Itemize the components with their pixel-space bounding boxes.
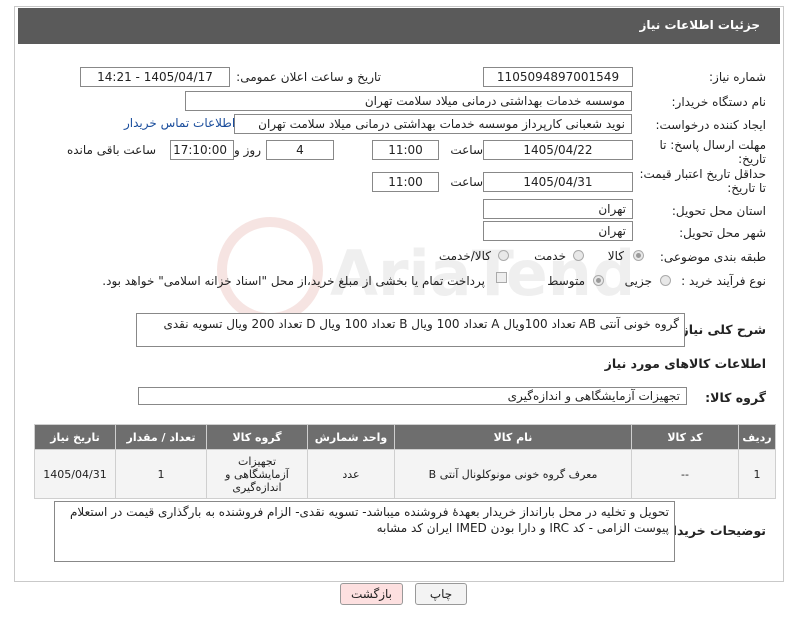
treasury-note: پرداخت تمام یا بخشی از مبلغ خرید،از محل … bbox=[102, 274, 485, 288]
category-radio-both[interactable] bbox=[498, 250, 509, 261]
creator-label: ایجاد کننده درخواست: bbox=[655, 118, 766, 132]
deadline-label-2: تاریخ: bbox=[738, 152, 766, 166]
cell-date: 1405/04/31 bbox=[34, 449, 116, 499]
buyer-notes-text: تحویل و تخلیه در محل بارانداز خریدار بعه… bbox=[70, 505, 669, 535]
cell-code: -- bbox=[631, 449, 739, 499]
col-header-row: ردیف bbox=[738, 424, 776, 450]
category-option-goods: کالا bbox=[607, 249, 624, 263]
announce-field: 1405/04/17 - 14:21 bbox=[80, 67, 230, 87]
buyer-org-field: موسسه خدمات بهداشتی درمانی میلاد سلامت ت… bbox=[185, 91, 632, 111]
buyer-notes-label: توضیحات خریدار: bbox=[660, 523, 766, 538]
purchase-radio-medium[interactable] bbox=[593, 275, 604, 286]
cell-unit: عدد bbox=[307, 449, 395, 499]
price-valid-time-field: 11:00 bbox=[372, 172, 439, 192]
category-radio-service[interactable] bbox=[573, 250, 584, 261]
back-button[interactable]: بازگشت bbox=[340, 583, 403, 605]
col-header-date: تاریخ نیاز bbox=[34, 424, 116, 450]
city-field: تهران bbox=[483, 221, 633, 241]
print-button[interactable]: چاپ bbox=[415, 583, 467, 605]
goods-group-field: تجهیزات آزمایشگاهی و اندازه‌گیری bbox=[138, 387, 687, 405]
deadline-time-field: 11:00 bbox=[372, 140, 439, 160]
goods-group-label: گروه کالا: bbox=[705, 390, 766, 405]
col-header-code: کد کالا bbox=[631, 424, 739, 450]
category-option-service: خدمت bbox=[534, 249, 566, 263]
price-valid-time-label: ساعت bbox=[450, 175, 483, 189]
remaining-time-field: 17:10:00 bbox=[170, 140, 234, 160]
price-valid-date-field: 1405/04/31 bbox=[483, 172, 633, 192]
need-number-label: شماره نیاز: bbox=[709, 70, 766, 84]
description-text: گروه خونی آنتی AB تعداد 100ویال A تعداد … bbox=[163, 317, 679, 331]
city-label: شهر محل تحویل: bbox=[679, 226, 766, 240]
col-header-name: نام کالا bbox=[394, 424, 632, 450]
purchase-radio-minor[interactable] bbox=[660, 275, 671, 286]
goods-info-title: اطلاعات کالاهای مورد نیاز bbox=[604, 356, 766, 371]
need-number-field: 1105094897001549 bbox=[483, 67, 633, 87]
goods-table: ردیف کد کالا نام کالا واحد شمارش گروه کا… bbox=[34, 424, 776, 499]
cell-row: 1 bbox=[738, 449, 776, 499]
buyer-contact-link[interactable]: اطلاعات تماس خریدار bbox=[124, 116, 235, 130]
purchase-option-medium: متوسط bbox=[547, 274, 585, 288]
deadline-date-field: 1405/04/22 bbox=[483, 140, 633, 160]
days-label: روز و bbox=[234, 143, 261, 157]
purchase-type-label: نوع فرآیند خرید : bbox=[681, 274, 766, 288]
deadline-label: مهلت ارسال پاسخ: تا bbox=[659, 138, 766, 152]
col-header-group: گروه کالا bbox=[206, 424, 308, 450]
treasury-checkbox[interactable] bbox=[496, 272, 507, 283]
province-label: استان محل تحویل: bbox=[671, 204, 766, 218]
province-field: تهران bbox=[483, 199, 633, 219]
category-option-both: کالا/خدمت bbox=[438, 249, 491, 263]
price-valid-label-2: تا تاریخ: bbox=[727, 181, 766, 195]
description-field: گروه خونی آنتی AB تعداد 100ویال A تعداد … bbox=[136, 313, 685, 347]
col-header-qty: تعداد / مقدار bbox=[115, 424, 207, 450]
deadline-time-label: ساعت bbox=[450, 143, 483, 157]
price-valid-label: حداقل تاریخ اعتبار قیمت: bbox=[639, 167, 766, 181]
remaining-label: ساعت باقی مانده bbox=[66, 143, 156, 157]
buyer-notes-field: تحویل و تخلیه در محل بارانداز خریدار بعه… bbox=[54, 501, 675, 562]
announce-label: تاریخ و ساعت اعلان عمومی: bbox=[236, 70, 381, 84]
cell-qty: 1 bbox=[115, 449, 207, 499]
buyer-org-label: نام دستگاه خریدار: bbox=[671, 95, 767, 109]
table-row: 1 -- معرف گروه خونی مونوکلونال آنتی B عد… bbox=[34, 449, 776, 499]
panel-title: جزئیات اطلاعات نیاز bbox=[639, 18, 760, 32]
cell-group: تجهیزات آزمایشگاهی و اندازه‌گیری bbox=[206, 449, 308, 499]
purchase-option-minor: جزیی bbox=[624, 274, 652, 288]
category-label: طبقه بندی موضوعی: bbox=[659, 250, 766, 264]
panel-header: جزئیات اطلاعات نیاز bbox=[18, 8, 780, 44]
days-field: 4 bbox=[266, 140, 334, 160]
description-label: شرح کلی نیاز: bbox=[676, 322, 766, 337]
category-radio-goods[interactable] bbox=[633, 250, 644, 261]
creator-field: نوید شعبانی کارپرداز موسسه خدمات بهداشتی… bbox=[234, 114, 632, 134]
cell-name: معرف گروه خونی مونوکلونال آنتی B bbox=[394, 449, 632, 499]
col-header-unit: واحد شمارش bbox=[307, 424, 395, 450]
